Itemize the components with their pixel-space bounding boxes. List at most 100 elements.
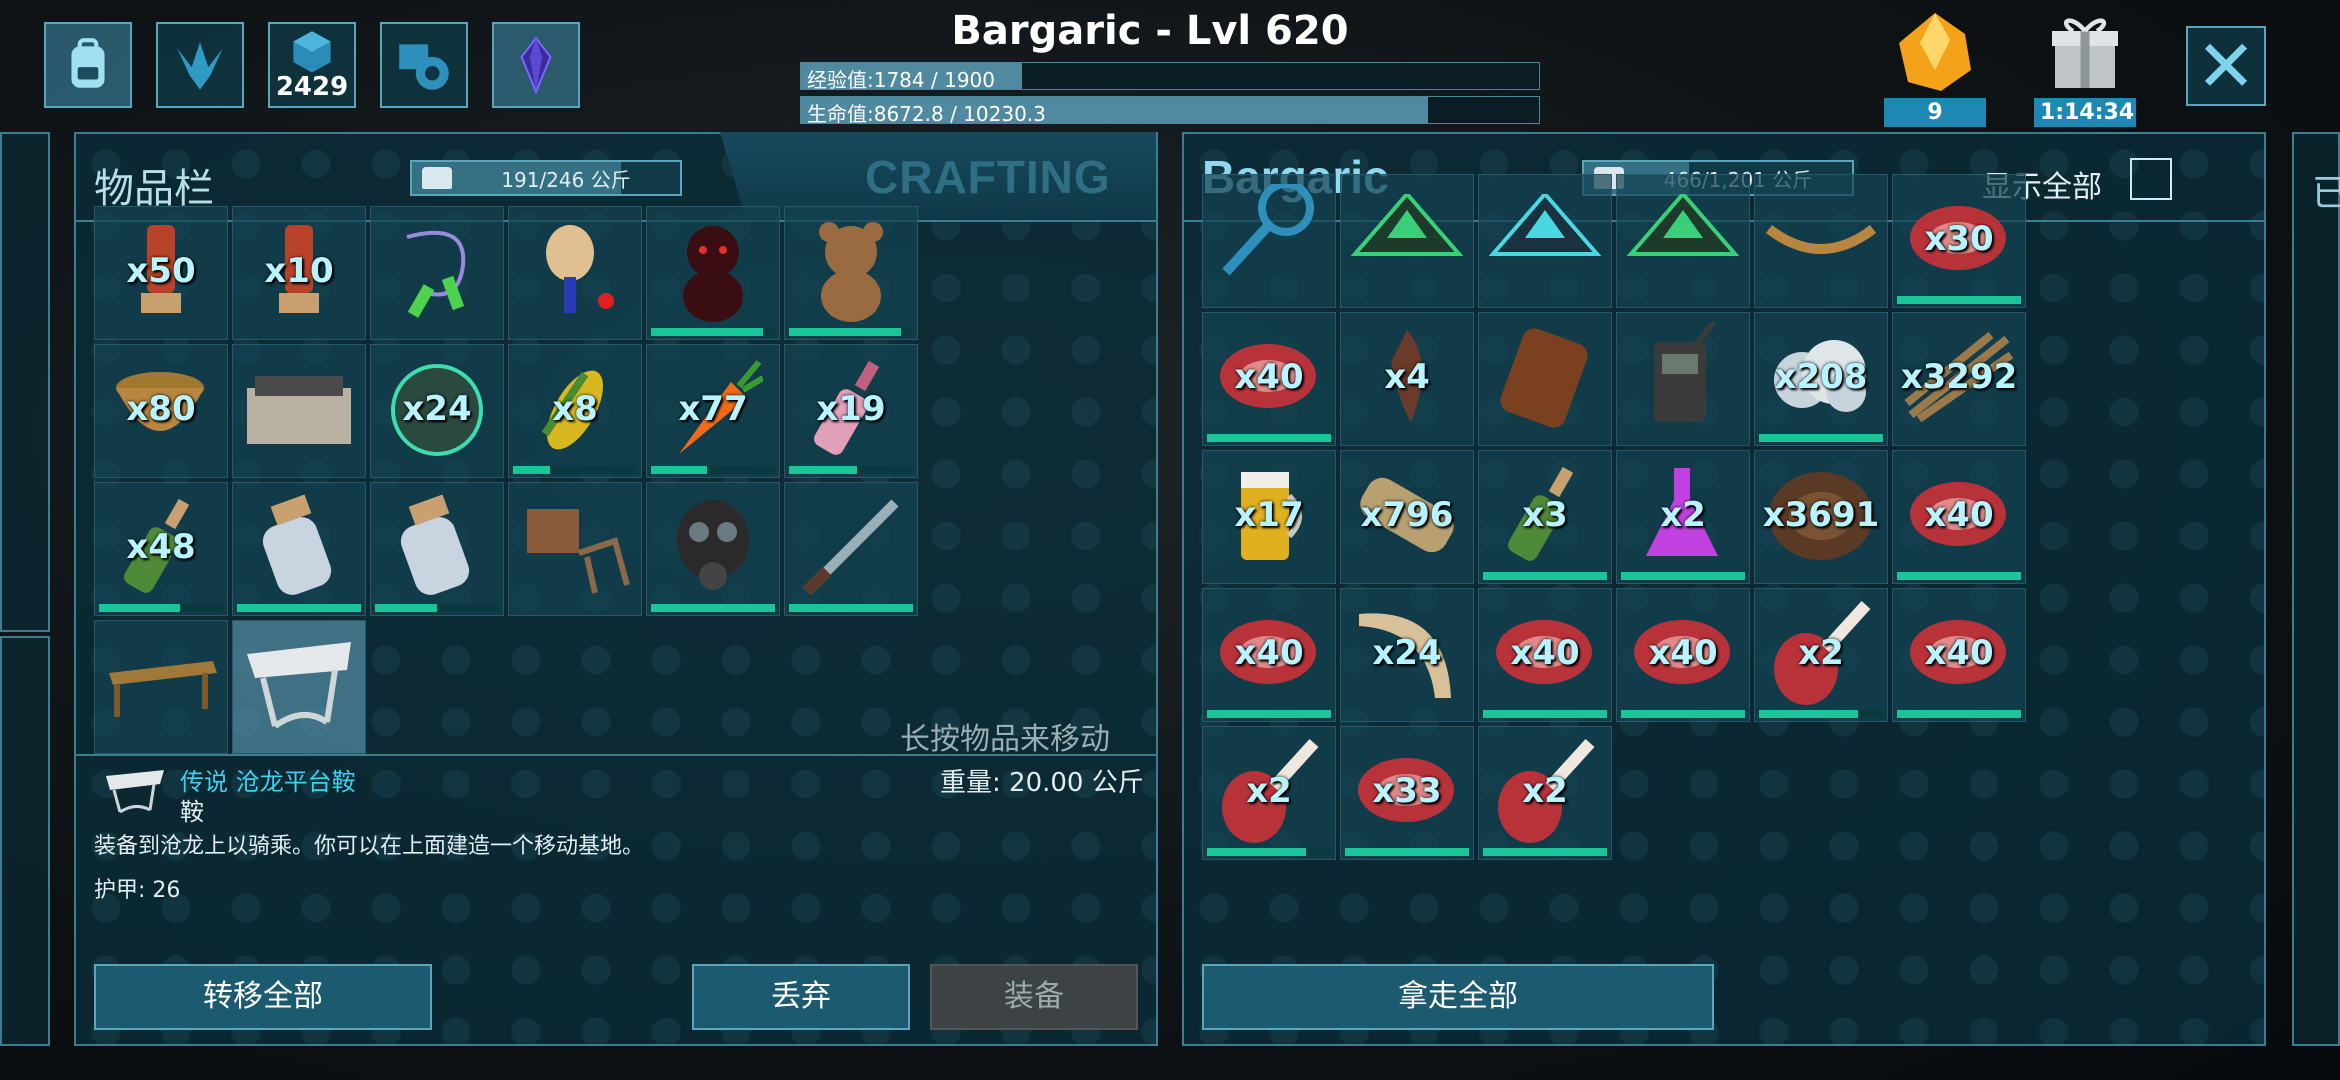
- durability-bar: [1207, 848, 1331, 856]
- drop-button[interactable]: 丢弃: [692, 964, 910, 1030]
- dino-inventory-slot[interactable]: x17: [1202, 450, 1336, 584]
- player-inventory-slot[interactable]: [784, 206, 918, 340]
- player-inventory-slot[interactable]: [508, 206, 642, 340]
- tame-tab-button[interactable]: [156, 22, 244, 108]
- player-inventory-slot[interactable]: [232, 482, 366, 616]
- dino-inventory-slot[interactable]: x40: [1202, 588, 1336, 722]
- player-inventory-slot[interactable]: [370, 206, 504, 340]
- dino-inventory-slot[interactable]: x796: [1340, 450, 1474, 584]
- dino-inventory-slot[interactable]: x4: [1340, 312, 1474, 446]
- water-jar-icon: [387, 492, 487, 606]
- dino-inventory-slot[interactable]: [1754, 174, 1888, 308]
- easel-icon: [515, 497, 635, 601]
- dino-inventory-slot[interactable]: x2: [1202, 726, 1336, 860]
- settings-gear-icon: [399, 44, 449, 90]
- player-inventory-slot[interactable]: [232, 344, 366, 478]
- engram-tab-button[interactable]: 2429: [268, 22, 356, 108]
- player-inventory-slot[interactable]: x8: [508, 344, 642, 478]
- item-quantity: x208: [1774, 357, 1868, 397]
- dino-inventory-slot[interactable]: x30: [1892, 174, 2026, 308]
- item-type: 鞍: [180, 798, 204, 826]
- durability-bar: [1207, 434, 1331, 442]
- water-jar-icon: [249, 492, 349, 606]
- dino-inventory-slot[interactable]: x40: [1616, 588, 1750, 722]
- left-side-panel-stub: [0, 132, 50, 632]
- right-side-panel-stub[interactable]: 已: [2292, 132, 2340, 1046]
- transfer-all-button[interactable]: 转移全部: [94, 964, 432, 1030]
- leather-sack-icon: [1490, 322, 1600, 436]
- dino-inventory-slot[interactable]: x40: [1892, 588, 2026, 722]
- player-inventory-slot[interactable]: x50: [94, 206, 228, 340]
- item-quantity: x3: [1522, 495, 1568, 535]
- platform-saddle-icon: [106, 770, 164, 814]
- dino-inventory-slot[interactable]: x40: [1892, 450, 2026, 584]
- dino-inventory-slot[interactable]: x40: [1478, 588, 1612, 722]
- item-quantity: x40: [1510, 633, 1580, 673]
- durability-bar: [651, 466, 775, 474]
- gift-timer[interactable]: 1:14:34: [2034, 10, 2136, 127]
- item-description: 装备到沧龙上以骑乘。你可以在上面建造一个移动基地。: [94, 834, 645, 859]
- dino-inventory-slot[interactable]: [1616, 174, 1750, 308]
- player-inventory-slot[interactable]: [784, 482, 918, 616]
- dino-inventory-slot[interactable]: x2: [1478, 726, 1612, 860]
- item-quantity: x17: [1234, 495, 1304, 535]
- take-all-button[interactable]: 拿走全部: [1202, 964, 1714, 1030]
- dino-inventory-slot[interactable]: [1478, 174, 1612, 308]
- jump-rope-icon: [387, 221, 487, 325]
- crystal-tab-button[interactable]: [492, 22, 580, 108]
- rope-icon: [1761, 209, 1881, 273]
- player-inventory-slot[interactable]: x77: [646, 344, 780, 478]
- durability-bar: [375, 604, 499, 612]
- item-quantity: x80: [126, 389, 196, 429]
- player-inventory-slot[interactable]: x19: [784, 344, 918, 478]
- item-name: 传说 沧龙平台鞍: [180, 768, 356, 796]
- dino-inventory-slot[interactable]: x3292: [1892, 312, 2026, 446]
- item-quantity: x2: [1798, 633, 1844, 673]
- item-quantity: x48: [126, 527, 196, 567]
- durability-bar: [1483, 848, 1607, 856]
- dino-inventory-slot[interactable]: [1616, 312, 1750, 446]
- item-quantity: x3292: [1900, 357, 2018, 397]
- player-inventory-slot[interactable]: [646, 206, 780, 340]
- dino-inventory-slot[interactable]: x3691: [1754, 450, 1888, 584]
- player-inventory-slot[interactable]: [646, 482, 780, 616]
- durability-bar: [1897, 572, 2021, 580]
- item-armor: 护甲: 26: [94, 878, 181, 903]
- inventory-tab-button[interactable]: [44, 22, 132, 108]
- player-inventory-slot[interactable]: [232, 620, 366, 754]
- player-inventory-slot[interactable]: x24: [370, 344, 504, 478]
- durability-bar: [1621, 572, 1745, 580]
- equip-button[interactable]: 装备: [930, 964, 1138, 1030]
- durability-bar: [651, 604, 775, 612]
- player-inventory-slot[interactable]: [370, 482, 504, 616]
- dino-inventory-slot[interactable]: x33: [1340, 726, 1474, 860]
- dino-inventory-slot[interactable]: x208: [1754, 312, 1888, 446]
- close-button[interactable]: ✕: [2186, 26, 2266, 106]
- player-inventory-slot[interactable]: x48: [94, 482, 228, 616]
- left-side-panel-stub-lower: [0, 636, 50, 1046]
- dino-inventory-slot[interactable]: x24: [1340, 588, 1474, 722]
- player-inventory-slot[interactable]: x80: [94, 344, 228, 478]
- dino-inventory-slot[interactable]: x3: [1478, 450, 1612, 584]
- player-weight-bar: 191/246 公斤: [410, 160, 682, 196]
- dino-inventory-slot[interactable]: [1340, 174, 1474, 308]
- player-inventory-slot[interactable]: [508, 482, 642, 616]
- item-quantity: x3691: [1762, 495, 1880, 535]
- item-quantity: x30: [1924, 219, 1994, 259]
- xp-bar: 经验值:1784 / 1900: [800, 62, 1540, 92]
- show-all-checkbox[interactable]: [2130, 158, 2172, 200]
- settings-tab-button[interactable]: [380, 22, 468, 108]
- amber-currency[interactable]: 9: [1884, 10, 1986, 127]
- player-inventory-slot[interactable]: x10: [232, 206, 366, 340]
- teddy-bear-icon: [801, 216, 901, 330]
- crafting-tab-label: CRAFTING: [865, 151, 1111, 203]
- player-inventory-slot[interactable]: [94, 620, 228, 754]
- dino-inventory-slot[interactable]: x2: [1754, 588, 1888, 722]
- item-quantity: x24: [1372, 633, 1442, 673]
- dino-inventory-slot[interactable]: x40: [1202, 312, 1336, 446]
- dino-inventory-slot[interactable]: x2: [1616, 450, 1750, 584]
- item-quantity: x2: [1246, 771, 1292, 811]
- durability-bar: [1207, 710, 1331, 718]
- dino-inventory-slot[interactable]: [1202, 174, 1336, 308]
- dino-inventory-slot[interactable]: [1478, 312, 1612, 446]
